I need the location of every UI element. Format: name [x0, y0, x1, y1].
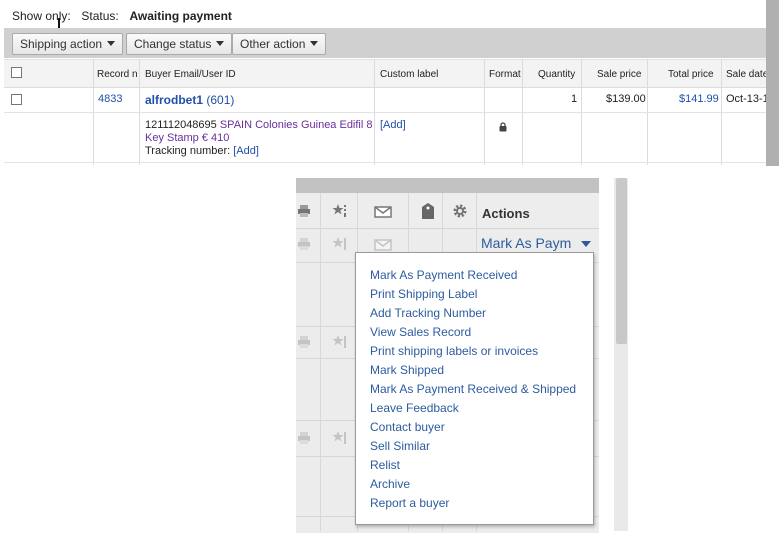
buyer-feedback-score[interactable]: (601)	[206, 93, 234, 107]
actions-panel: Actions Mark As Paym Mark As Payment Rec…	[296, 178, 636, 533]
col-custom-label[interactable]: Custom label	[380, 69, 438, 80]
status-filter: Show only: Status: Awaiting payment	[12, 9, 232, 23]
star-feedback-icon[interactable]	[332, 430, 348, 446]
star-feedback-icon[interactable]	[332, 236, 348, 252]
menu-item-sell-similar[interactable]: Sell Similar	[370, 439, 430, 453]
caret-down-icon	[216, 41, 225, 46]
item-title-line-2[interactable]: Key Stamp € 410	[145, 132, 229, 144]
shipping-action-button[interactable]: Shipping action	[12, 33, 124, 55]
row-divider	[4, 112, 766, 113]
other-action-button[interactable]: Other action	[232, 33, 327, 55]
orders-panel: Show only: Status: Awaiting payment Ship…	[0, 0, 783, 166]
star-feedback-icon[interactable]	[332, 203, 348, 219]
lock-icon	[499, 122, 507, 132]
menu-item-mark-paid-and-shipped[interactable]: Mark As Payment Received & Shipped	[370, 382, 576, 396]
select-all-checkbox[interactable]	[11, 67, 22, 78]
menu-item-view-sales-record[interactable]: View Sales Record	[370, 325, 471, 339]
menu-item-leave-feedback[interactable]: Leave Feedback	[370, 401, 459, 415]
col-sale-price[interactable]: Sale price	[597, 69, 641, 80]
total-price-link[interactable]: $141.99	[679, 93, 719, 105]
mark-as-payment-dropdown[interactable]: Mark As Paym	[481, 235, 571, 251]
star-feedback-icon[interactable]	[332, 334, 348, 350]
caret-down-icon	[107, 41, 116, 46]
menu-item-archive[interactable]: Archive	[370, 477, 410, 491]
item-line-1: 121112048695 SPAIN Colonies Guinea Edifi…	[145, 119, 373, 131]
row-divider	[4, 162, 766, 163]
menu-item-print-shipping-label[interactable]: Print Shipping Label	[370, 287, 477, 301]
item-number: 121112048695	[145, 119, 217, 131]
envelope-icon[interactable]	[374, 205, 392, 218]
col-total-price[interactable]: Total price	[668, 69, 714, 80]
caret-down-icon	[310, 41, 319, 46]
envelope-icon[interactable]	[374, 238, 392, 251]
change-status-label: Change status	[134, 37, 212, 51]
row-checkbox[interactable]	[11, 94, 22, 105]
col-divider	[320, 193, 321, 531]
show-only-label: Show only:	[12, 9, 71, 23]
actions-column-title: Actions	[482, 206, 530, 221]
col-sale-date[interactable]: Sale date	[726, 69, 766, 80]
record-number-link[interactable]: 4833	[98, 93, 122, 105]
status-label: Status:	[81, 9, 119, 23]
col-record[interactable]: Record n	[97, 69, 139, 80]
tracking-line: Tracking number: [Add]	[145, 145, 259, 157]
printer-icon[interactable]	[298, 238, 310, 250]
buyer-id-link[interactable]: alfrodbet1	[145, 93, 203, 107]
vertical-scrollbar[interactable]	[766, 0, 779, 166]
col-quantity[interactable]: Quantity	[538, 69, 575, 80]
menu-item-mark-shipped[interactable]: Mark Shipped	[370, 363, 444, 377]
add-tracking-link[interactable]: [Add]	[233, 145, 259, 157]
actions-dropdown-menu: Mark As Payment Received Print Shipping …	[355, 252, 594, 525]
col-format[interactable]: Format	[489, 69, 521, 80]
menu-item-report-buyer[interactable]: Report a buyer	[370, 496, 449, 510]
add-custom-label-link[interactable]: [Add]	[380, 119, 406, 131]
quantity-value: 1	[571, 93, 578, 105]
printer-icon[interactable]	[298, 336, 310, 348]
menu-item-add-tracking-number[interactable]: Add Tracking Number	[370, 306, 486, 320]
item-title-link[interactable]: SPAIN Colonies Guinea Edifil 8	[220, 119, 373, 131]
gear-icon[interactable]	[453, 204, 467, 218]
col-buyer[interactable]: Buyer Email/User ID	[145, 69, 236, 80]
shipping-action-label: Shipping action	[20, 37, 103, 51]
panel-scrollbar-thumb[interactable]	[616, 178, 627, 344]
status-value: Awaiting payment	[129, 9, 232, 23]
shipping-label-icon[interactable]	[421, 203, 435, 219]
buyer-cell: alfrodbet1 (601)	[145, 93, 234, 107]
other-action-label: Other action	[240, 37, 306, 51]
menu-item-print-labels-invoices[interactable]: Print shipping labels or invoices	[370, 344, 538, 358]
tracking-label: Tracking number:	[145, 145, 231, 157]
menu-item-relist[interactable]: Relist	[370, 458, 400, 472]
sale-price-value: $139.00	[606, 93, 646, 105]
printer-icon[interactable]	[298, 432, 310, 444]
change-status-button[interactable]: Change status	[126, 33, 233, 55]
menu-item-contact-buyer[interactable]: Contact buyer	[370, 420, 445, 434]
printer-icon[interactable]	[298, 205, 310, 217]
sale-date-value: Oct-13-1	[726, 93, 766, 105]
panel-top-strip	[296, 178, 599, 193]
menu-item-mark-payment-received[interactable]: Mark As Payment Received	[370, 268, 517, 282]
caret-down-icon[interactable]	[581, 241, 591, 247]
